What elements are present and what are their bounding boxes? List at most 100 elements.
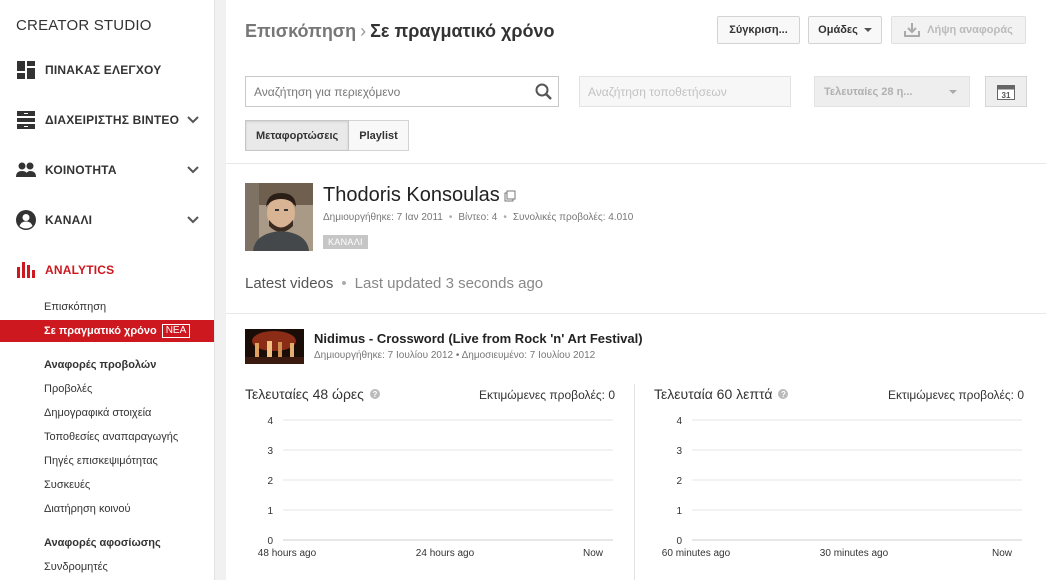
calendar-button[interactable]: 31	[985, 76, 1027, 107]
video-manager-icon	[16, 110, 36, 130]
sidebar-item-label: ΠΙΝΑΚΑΣ ΕΛΕΓΧΟΥ	[45, 63, 162, 77]
sidebar-subitem-overview[interactable]: Επισκόπηση	[0, 296, 214, 318]
x-tick-label: 24 hours ago	[416, 548, 475, 559]
download-report-button[interactable]: Λήψη αναφοράς	[891, 16, 1026, 44]
brand-title: CREATOR STUDIO	[16, 17, 152, 34]
sidebar-subitem-demographics[interactable]: Δημογραφικά στοιχεία	[0, 402, 214, 424]
sidebar-item-label: ΚΑΝΑΛΙ	[45, 213, 93, 227]
video-meta: Δημιουργήθηκε: 7 Ιουλίου 2012 • Δημοσιευ…	[314, 350, 596, 361]
sidebar-subitem-views[interactable]: Προβολές	[0, 378, 214, 400]
dropdown-caret-icon	[863, 28, 872, 32]
help-icon[interactable]: ?	[778, 389, 789, 399]
download-report-label: Λήψη αναφοράς	[927, 24, 1013, 36]
y-tick-label: 0	[267, 536, 273, 547]
sidebar-subitem-devices[interactable]: Συσκευές	[0, 474, 214, 496]
channel-icon	[16, 210, 36, 230]
sidebar-subitem-audience-retention[interactable]: Διατήρηση κοινού	[0, 498, 214, 520]
channel-badge: ΚΑΝΑΛΙ	[323, 235, 368, 249]
sidebar-item-label: ΔΙΑΧΕΙΡΙΣΤΗΣ ΒΙΝΤΕΟ	[45, 113, 180, 127]
channel-total-views: Συνολικές προβολές: 4.010	[512, 212, 634, 223]
content-search	[245, 76, 559, 107]
sidebar-item-label: ΚΟΙΝΟΤΗΤΑ	[45, 163, 117, 177]
groups-button-label: Ομάδες	[818, 24, 858, 36]
dashboard-icon	[16, 60, 36, 80]
external-link-icon[interactable]	[504, 190, 516, 202]
chart-title: Τελευταία 60 λεπτά	[654, 386, 773, 402]
analytics-icon	[16, 260, 36, 280]
sidebar-subitem-traffic-sources[interactable]: Πηγές επισκεψιμότητας	[0, 450, 214, 472]
chart-plot: 0 1 2 3 4 60 minutes ago 30 minutes ago Now	[662, 416, 1022, 559]
video-thumbnail[interactable]	[245, 329, 304, 364]
content-tabs: Μεταφορτώσεις Playlist	[245, 120, 409, 151]
x-tick-label: Now	[583, 548, 604, 559]
estimated-views: Εκτιμώμενες προβολές: 0	[887, 388, 1024, 402]
channel-name-link[interactable]: Thodoris Konsoulas	[323, 184, 500, 207]
compare-button-label: Σύγκριση...	[729, 24, 788, 36]
y-tick-label: 4	[676, 416, 682, 427]
divider	[226, 313, 1046, 314]
sidebar-item-channel[interactable]: ΚΑΝΑΛΙ	[0, 205, 214, 235]
views-reports-header: Αναφορές προβολών	[44, 359, 157, 371]
calendar-icon: 31	[997, 84, 1015, 100]
search-icon[interactable]	[534, 82, 554, 102]
meta-separator: •	[448, 212, 453, 223]
help-icon[interactable]: ?	[369, 389, 380, 399]
sidebar-subitem-realtime[interactable]: Σε πραγματικό χρόνο ΝΕΑ	[0, 320, 214, 342]
y-tick-label: 2	[267, 476, 273, 487]
sidebar-item-label: ANALYTICS	[45, 263, 115, 277]
breadcrumb: Επισκόπηση › Σε πραγματικό χρόνο	[245, 21, 555, 42]
latest-videos-header: Latest videos • Last updated 3 seconds a…	[245, 275, 543, 292]
channel-videos-count: Βίντεο: 4	[458, 212, 498, 223]
breadcrumb-separator: ›	[360, 21, 367, 41]
sidebar-subitem-subscribers[interactable]: Συνδρομητές	[0, 556, 214, 578]
channel-created: Δημιουργήθηκε: 7 Ιαν 2011	[323, 212, 443, 223]
channel-name: Thodoris Konsoulas	[323, 184, 516, 207]
groups-button[interactable]: Ομάδες	[808, 16, 882, 44]
video-title-link[interactable]: Nidimus - Crossword (Live from Rock 'n' …	[314, 331, 643, 346]
chevron-down-icon[interactable]	[186, 113, 200, 127]
compare-button[interactable]: Σύγκριση...	[717, 16, 800, 44]
y-tick-label: 3	[676, 446, 682, 457]
community-icon	[16, 160, 36, 180]
sidebar-item-analytics[interactable]: ANALYTICS	[0, 255, 214, 285]
sidebar-item-community[interactable]: ΚΟΙΝΟΤΗΤΑ	[0, 155, 214, 185]
x-tick-label: 60 minutes ago	[662, 548, 731, 559]
chart-plot: 0 1 2 3 4 48 hours ago 24 hours ago Now	[258, 416, 613, 559]
chart-last-48-hours: Τελευταίες 48 ώρες ? Εκτιμώμενες προβολέ…	[245, 384, 615, 580]
x-tick-label: Now	[992, 548, 1013, 559]
engagement-reports-header: Αναφορές αφοσίωσης	[44, 537, 161, 549]
download-icon	[904, 23, 921, 37]
y-tick-label: 1	[267, 506, 273, 517]
last-updated-text: Last updated 3 seconds ago	[354, 275, 544, 292]
sidebar-item-dashboard[interactable]: ΠΙΝΑΚΑΣ ΕΛΕΓΧΟΥ	[0, 55, 214, 85]
chart-separator	[634, 384, 635, 580]
estimated-views: Εκτιμώμενες προβολές: 0	[478, 388, 615, 402]
placements-search-input[interactable]	[580, 77, 780, 106]
latest-separator: •	[341, 275, 347, 292]
sidebar-subitem-playback-locations[interactable]: Τοποθεσίες αναπαραγωγής	[0, 426, 214, 448]
chart-heading: Τελευταία 60 λεπτά ?	[654, 386, 789, 402]
sidebar-item-video-manager[interactable]: ΔΙΑΧΕΙΡΙΣΤΗΣ ΒΙΝΤΕΟ	[0, 105, 214, 135]
sidebar: CREATOR STUDIO ΠΙΝΑΚΑΣ ΕΛΕΓΧΟΥ ΔΙΑΧΕΙΡΙΣ…	[0, 0, 215, 580]
y-tick-label: 0	[676, 536, 682, 547]
calendar-day: 31	[1002, 91, 1011, 100]
tab-uploads[interactable]: Μεταφορτώσεις	[245, 120, 350, 151]
y-tick-label: 3	[267, 446, 273, 457]
x-tick-label: 48 hours ago	[258, 548, 317, 559]
breadcrumb-overview-link[interactable]: Επισκόπηση	[245, 21, 356, 41]
divider	[226, 163, 1046, 164]
chart-last-60-minutes: Τελευταία 60 λεπτά ? Εκτιμώμενες προβολέ…	[654, 384, 1024, 580]
content-search-input[interactable]	[246, 77, 526, 106]
chevron-down-icon[interactable]	[186, 163, 200, 177]
latest-videos-label: Latest videos	[245, 275, 334, 292]
tab-playlists[interactable]: Playlist	[349, 120, 409, 151]
chart-heading: Τελευταίες 48 ώρες ?	[245, 386, 380, 402]
chart-title: Τελευταίες 48 ώρες	[245, 386, 364, 402]
chevron-down-icon[interactable]	[186, 213, 200, 227]
new-badge: ΝΕΑ	[161, 324, 191, 338]
dropdown-caret-icon	[949, 90, 957, 94]
page-title: Σε πραγματικό χρόνο	[370, 21, 555, 41]
y-tick-label: 1	[676, 506, 682, 517]
date-range-select[interactable]: Τελευταίες 28 η...	[814, 76, 970, 107]
channel-avatar[interactable]	[245, 183, 313, 251]
